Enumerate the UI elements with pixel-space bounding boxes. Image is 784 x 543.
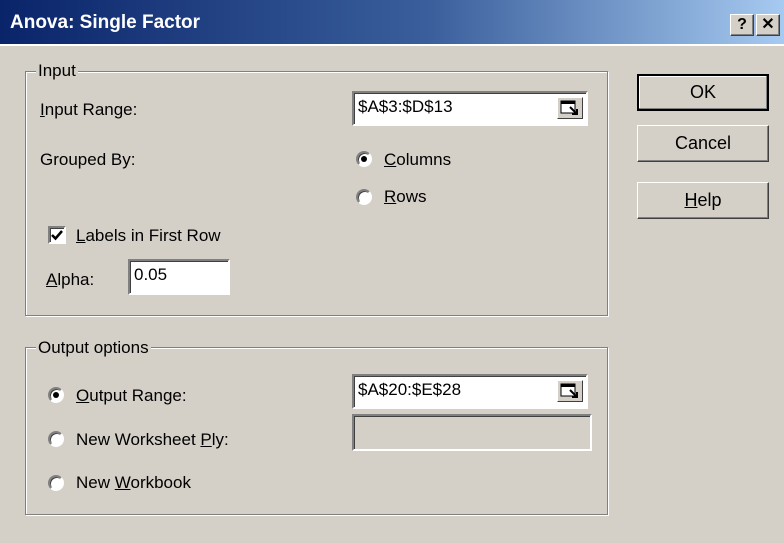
grouped-by-label: Grouped By: xyxy=(40,150,136,169)
window-title: Anova: Single Factor xyxy=(10,12,201,33)
output-range-field[interactable]: $A$20:$E$28 xyxy=(352,374,588,409)
rows-radio[interactable] xyxy=(356,189,372,205)
ok-button[interactable]: OK xyxy=(637,74,769,111)
columns-radio-label[interactable]: Columns xyxy=(384,149,451,171)
alpha-field[interactable]: 0.05 xyxy=(128,259,230,295)
input-range-label: Input Range: xyxy=(40,100,138,119)
alpha-value: 0.05 xyxy=(134,265,168,284)
help-button[interactable]: Help xyxy=(637,182,769,219)
output-options-legend: Output options xyxy=(36,338,151,358)
new-worksheet-ply-field[interactable] xyxy=(352,414,592,451)
labels-first-row-label[interactable]: Labels in First Row xyxy=(76,225,221,247)
output-range-radio[interactable] xyxy=(48,387,64,403)
radio-selected-dot xyxy=(361,156,367,162)
input-range-field[interactable]: $A$3:$D$13 xyxy=(352,91,588,126)
close-button[interactable]: ✕ xyxy=(756,14,780,36)
new-workbook-label[interactable]: New Workbook xyxy=(76,472,191,494)
help-question-button[interactable]: ? xyxy=(730,14,754,36)
title-bar: Anova: Single Factor ? ✕ xyxy=(0,0,784,46)
collapse-dialog-icon xyxy=(560,383,578,398)
input-group-legend: Input xyxy=(36,61,78,81)
output-range-label[interactable]: Output Range: xyxy=(76,385,187,407)
output-range-value: $A$20:$E$28 xyxy=(358,380,462,399)
labels-first-row-checkbox[interactable] xyxy=(48,226,66,244)
rows-radio-label[interactable]: Rows xyxy=(384,186,427,208)
new-workbook-radio[interactable] xyxy=(48,475,64,491)
input-range-collapse-button[interactable] xyxy=(557,97,583,119)
output-range-collapse-button[interactable] xyxy=(557,380,583,402)
collapse-dialog-icon xyxy=(560,100,578,115)
checkmark-icon xyxy=(51,230,63,241)
alpha-label: Alpha: xyxy=(46,270,95,289)
new-worksheet-ply-label[interactable]: New Worksheet Ply: xyxy=(76,429,229,451)
radio-selected-dot xyxy=(53,392,59,398)
columns-radio[interactable] xyxy=(356,151,372,167)
cancel-button[interactable]: Cancel xyxy=(637,125,769,162)
new-worksheet-ply-radio[interactable] xyxy=(48,431,64,447)
input-range-value: $A$3:$D$13 xyxy=(358,97,453,116)
